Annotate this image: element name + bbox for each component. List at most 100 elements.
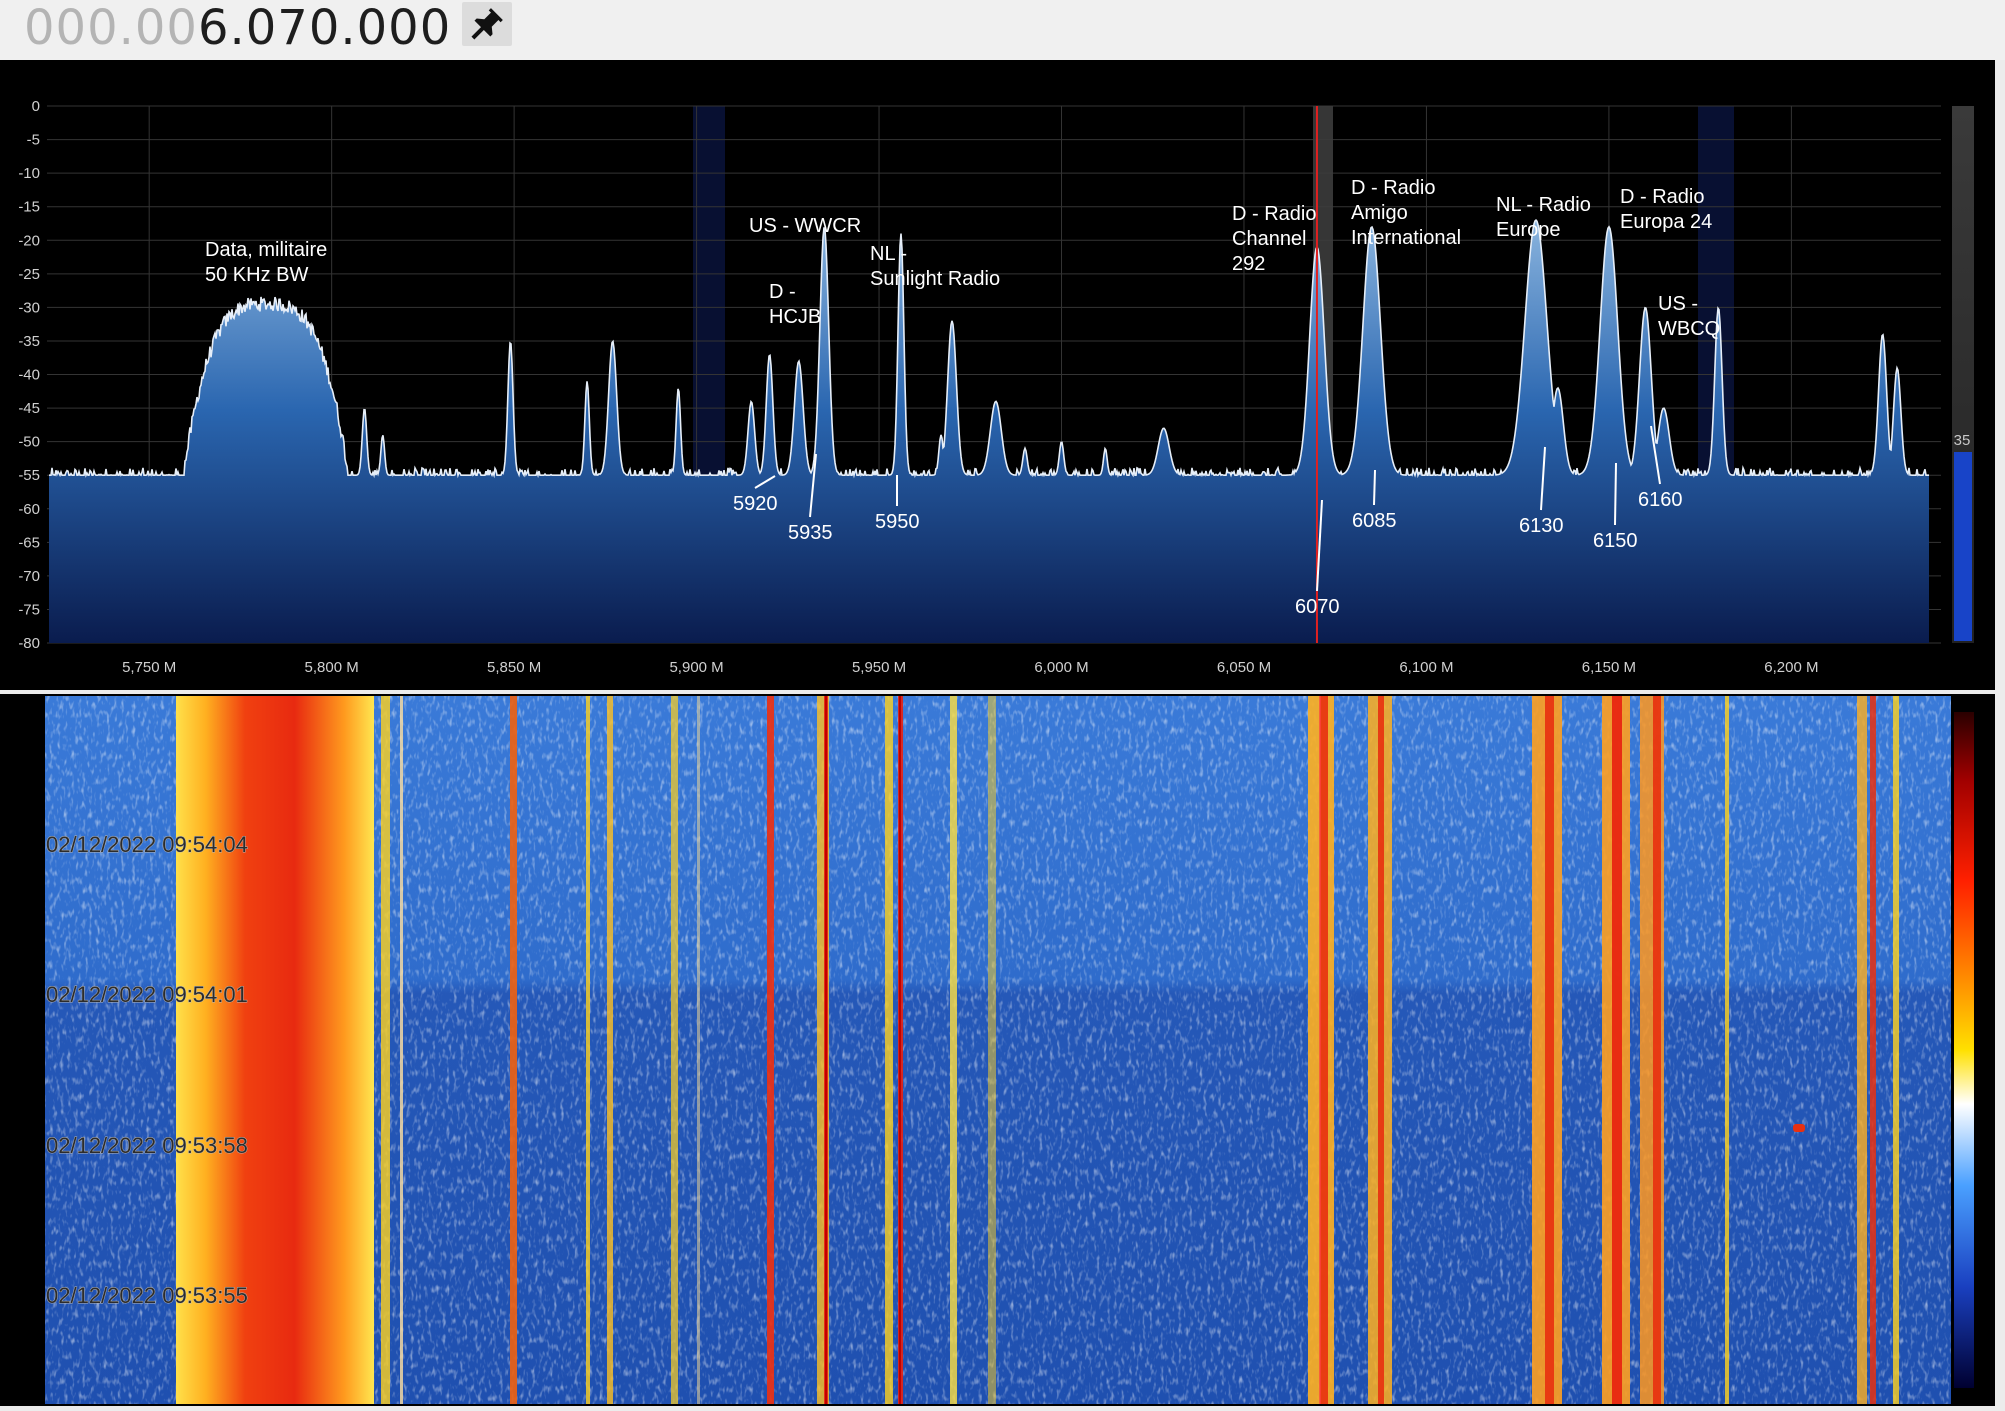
frequency-callout: 6130 <box>1519 515 1564 537</box>
db-tick-label: -70 <box>18 568 40 585</box>
signal-trace <box>1378 696 1384 1404</box>
waterfall-timestamp: 02/12/2022 09:54:04 <box>46 832 248 857</box>
db-tick-label: -50 <box>18 434 40 451</box>
signal-trace <box>1653 696 1661 1404</box>
frequency-callout: 5935 <box>788 522 833 544</box>
frequency-tick-label: 5,900 M <box>669 659 723 676</box>
waterfall-panel[interactable]: 02/12/2022 09:54:04 02/12/2022 09:54:01 02… <box>0 694 1995 1406</box>
frequency-tick-label: 6,200 M <box>1764 659 1818 676</box>
station-annotation-line: WBCQ <box>1658 318 1720 340</box>
frequency-tick-label: 5,850 M <box>487 659 541 676</box>
station-annotation-line: NL - Radio <box>1496 194 1591 216</box>
station-annotation-line: Channel <box>1232 228 1307 250</box>
signal-trace <box>1725 696 1729 1404</box>
signal-trace <box>899 696 901 1404</box>
signal-trace <box>825 696 827 1404</box>
station-annotation-line: Europe <box>1496 219 1561 241</box>
spectrum-plot[interactable]: 0 -5 -10 -15 -20 -25 -30 -35 -40 -45 -50 -55 -60 -65 -… <box>0 60 1995 690</box>
waterfall-left-margin <box>0 694 45 1406</box>
signal-trace <box>400 696 403 1404</box>
db-tick-label: -25 <box>18 266 40 283</box>
station-annotation-line: US - WWCR <box>749 215 861 237</box>
station-annotation-line: Sunlight Radio <box>870 268 1000 290</box>
db-tick-label: -55 <box>18 467 40 484</box>
db-tick-label: -10 <box>18 165 40 182</box>
frequency-leading-digits: 000.00 <box>24 0 198 56</box>
station-annotation: US - WWCR <box>749 215 861 237</box>
waterfall-timestamp: 02/12/2022 09:53:58 <box>46 1133 248 1158</box>
db-tick-label: -65 <box>18 534 40 551</box>
frequency-display[interactable]: 000.006.070.000 <box>24 2 451 54</box>
station-annotation-line: US - <box>1658 293 1698 315</box>
station-annotation-line: International <box>1351 227 1461 249</box>
spectrum-panel[interactable]: 0 -5 -10 -15 -20 -25 -30 -35 -40 -45 -50 -55 -60 -65 -… <box>0 60 1995 690</box>
tuned-frequency-marker <box>1319 696 1321 1404</box>
frequency-tick-label: 5,750 M <box>122 659 176 676</box>
station-annotation-line: 50 KHz BW <box>205 264 308 286</box>
frequency-callout: 6150 <box>1593 530 1638 552</box>
frequency-callout: 5920 <box>733 493 778 515</box>
signal-trace <box>885 696 893 1404</box>
pin-button[interactable] <box>462 2 512 46</box>
db-tick-label: -35 <box>18 333 40 350</box>
signal-trace <box>1893 696 1899 1404</box>
station-annotation-line: Data, militaire <box>205 239 327 261</box>
level-meter-fill <box>1954 452 1972 641</box>
signal-trace <box>950 696 957 1404</box>
signal-trace <box>1320 696 1328 1404</box>
db-tick-label: -45 <box>18 400 40 417</box>
db-tick-label: -5 <box>27 132 40 149</box>
signal-trace <box>671 696 678 1404</box>
frequency-tick-label: 6,100 M <box>1399 659 1453 676</box>
color-palette-bar[interactable] <box>1954 712 1974 1388</box>
station-annotation-line: D - Radio <box>1620 186 1704 208</box>
waterfall-display[interactable]: 02/12/2022 09:54:04 02/12/2022 09:54:01 02… <box>0 694 1995 1406</box>
db-tick-label: -75 <box>18 601 40 618</box>
frequency-callout: 6160 <box>1638 489 1683 511</box>
db-tick-label: -80 <box>18 635 40 652</box>
station-annotation-line: 292 <box>1232 253 1265 275</box>
toolbar: 000.006.070.000 <box>0 0 2005 60</box>
signal-trace <box>1545 696 1554 1404</box>
db-tick-label: -30 <box>18 299 40 316</box>
frequency-callout: 6070 <box>1295 596 1340 618</box>
waterfall-timestamp: 02/12/2022 09:53:55 <box>46 1283 248 1308</box>
signal-trace <box>381 696 390 1404</box>
waterfall-timestamp: 02/12/2022 09:54:01 <box>46 982 248 1007</box>
station-annotation-line: Amigo <box>1351 202 1408 224</box>
db-tick-label: -60 <box>18 501 40 518</box>
signal-blip <box>1793 1124 1805 1132</box>
signal-trace <box>1857 696 1867 1404</box>
signal-trace <box>988 696 996 1404</box>
frequency-tick-label: 5,950 M <box>852 659 906 676</box>
pin-icon <box>471 8 503 40</box>
signal-trace <box>697 696 700 1404</box>
signal-trace <box>1612 696 1622 1404</box>
frequency-tick-label: 6,150 M <box>1582 659 1636 676</box>
station-annotation-line: D - Radio <box>1232 203 1316 225</box>
callout-pointer <box>1614 462 1617 526</box>
station-annotation-line: D - <box>769 281 796 303</box>
db-tick-label: 0 <box>32 98 40 115</box>
frequency-tick-label: 6,050 M <box>1217 659 1271 676</box>
frequency-active-digits: 6.070.000 <box>197 0 452 56</box>
station-annotation-line: D - Radio <box>1351 177 1435 199</box>
signal-trace <box>1870 696 1876 1404</box>
signal-trace <box>607 696 613 1404</box>
level-meter-value: 35 <box>1954 432 1971 449</box>
station-annotation-line: NL - <box>870 243 907 265</box>
station-annotation-line: Europa 24 <box>1620 211 1712 233</box>
frequency-tick-label: 5,800 M <box>305 659 359 676</box>
station-annotation-line: HCJB <box>769 306 821 328</box>
db-tick-label: -15 <box>18 199 40 216</box>
frequency-callout: 6085 <box>1352 510 1397 532</box>
signal-trace <box>510 696 517 1404</box>
frequency-tick-label: 6,000 M <box>1034 659 1088 676</box>
window-edge <box>1995 60 2005 1406</box>
signal-trace <box>586 696 590 1404</box>
db-tick-label: -40 <box>18 367 40 384</box>
db-tick-label: -20 <box>18 232 40 249</box>
signal-trace <box>767 696 774 1404</box>
callout-pointer <box>1373 469 1376 506</box>
frequency-callout: 5950 <box>875 511 920 533</box>
